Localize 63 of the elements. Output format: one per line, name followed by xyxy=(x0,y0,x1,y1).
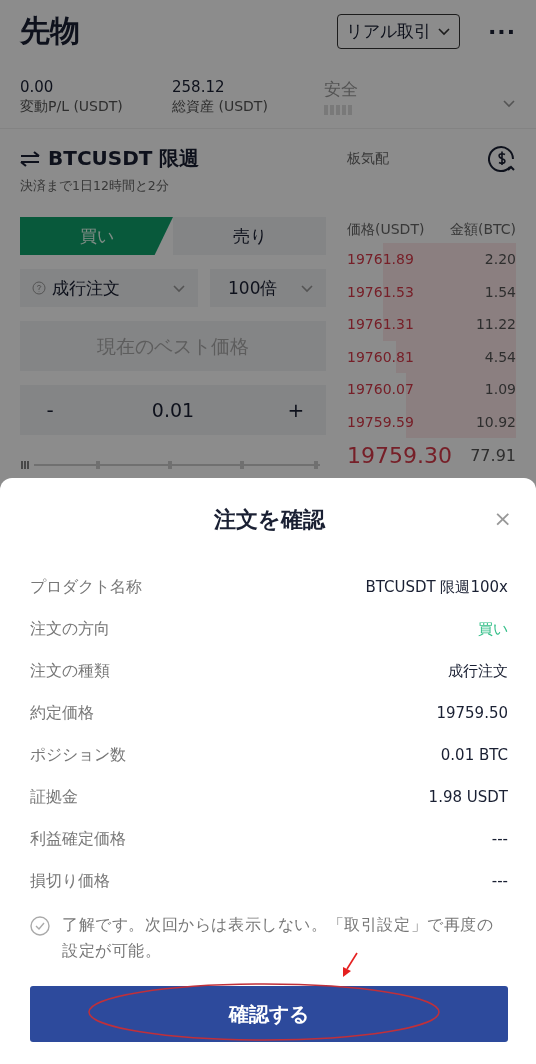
decrease-button[interactable]: - xyxy=(20,397,80,423)
chevron-down-icon xyxy=(172,282,186,294)
detail-label: プロダクト名称 xyxy=(30,576,142,598)
ask-amount: 11.22 xyxy=(475,316,516,333)
swap-icon[interactable] xyxy=(20,150,40,167)
detail-label: ポジション数 xyxy=(30,744,126,766)
check-circle-icon[interactable] xyxy=(30,916,50,936)
ask-price: 19761.89 xyxy=(347,251,414,268)
detail-label: 証拠金 xyxy=(30,786,78,808)
ask-price: 19760.81 xyxy=(347,348,414,365)
dollar-refresh-icon[interactable] xyxy=(488,145,516,173)
more-button[interactable]: ··· xyxy=(487,18,516,44)
detail-value: --- xyxy=(491,830,508,848)
quantity-stepper[interactable]: - 0.01 + xyxy=(20,385,326,435)
last-price: 19759.30 xyxy=(347,442,452,468)
detail-value: 1.98 USDT xyxy=(428,788,508,806)
detail-value: 0.01 BTC xyxy=(440,746,508,764)
risk-label: 安全 xyxy=(324,78,359,101)
pair-symbol[interactable]: BTCUSDT 限週 xyxy=(48,145,200,172)
detail-label: 利益確定価格 xyxy=(30,828,126,850)
mode-dropdown[interactable]: リアル取引 xyxy=(336,13,460,49)
ask-price: 19761.53 xyxy=(347,283,414,300)
chevron-down-icon xyxy=(300,282,314,294)
detail-label: 約定価格 xyxy=(30,702,94,724)
ask-price: 19759.59 xyxy=(347,413,414,430)
page-title: 先物 xyxy=(20,11,81,50)
ask-amount: 1.09 xyxy=(484,381,516,398)
side-tab[interactable]: 売り xyxy=(173,217,326,255)
dont-show-again-text: 了解です。次回からは表示しない。「取引設定」で再度の設定が可能。 xyxy=(62,914,495,962)
column-header: 金額(BTC) xyxy=(449,221,516,239)
annotation-arrow xyxy=(341,952,361,978)
ask-price: 19761.31 xyxy=(347,316,414,333)
leverage-dropdown[interactable]: 100倍 xyxy=(210,269,326,307)
detail-value: 買い xyxy=(478,619,508,639)
detail-value: 19759.50 xyxy=(436,704,508,722)
ask-amount: 4.54 xyxy=(484,348,516,365)
stat-label: 総資産 (USDT) xyxy=(172,98,269,116)
orderbook-title[interactable]: 板気配 xyxy=(347,150,389,168)
settlement-countdown: 決済まで1日12時間と2分 xyxy=(20,178,170,195)
detail-value: 成行注文 xyxy=(448,661,508,681)
chevron-down-icon[interactable] xyxy=(502,97,516,109)
detail-label: 損切り価格 xyxy=(30,870,110,892)
order-type-dropdown[interactable]: 成行注文 xyxy=(20,269,198,307)
confirm-button[interactable]: 確認する xyxy=(30,986,508,1042)
detail-label: 注文の方向 xyxy=(30,618,110,640)
ask-amount: 1.54 xyxy=(484,283,516,300)
close-button[interactable]: × xyxy=(489,506,516,531)
chevron-down-icon xyxy=(436,25,451,37)
quantity-value: 0.01 xyxy=(151,399,195,421)
column-header: 価格(USDT) xyxy=(347,221,425,239)
help-icon xyxy=(32,281,46,295)
stat-label: 変動P/L (USDT) xyxy=(20,98,124,116)
detail-value: BTCUSDT 限週100x xyxy=(365,577,508,597)
last-amount: 77.91 xyxy=(470,445,516,465)
stat-value: 258.12 xyxy=(172,78,226,96)
detail-label: 注文の種類 xyxy=(30,660,110,682)
ask-amount: 2.20 xyxy=(484,251,516,268)
ask-amount: 10.92 xyxy=(475,413,516,430)
detail-value: --- xyxy=(491,872,508,890)
dialog-title: 注文を確認 xyxy=(213,506,325,534)
increase-button[interactable]: + xyxy=(266,397,326,423)
stat-value: 0.00 xyxy=(20,78,55,96)
ask-price: 19760.07 xyxy=(347,381,414,398)
